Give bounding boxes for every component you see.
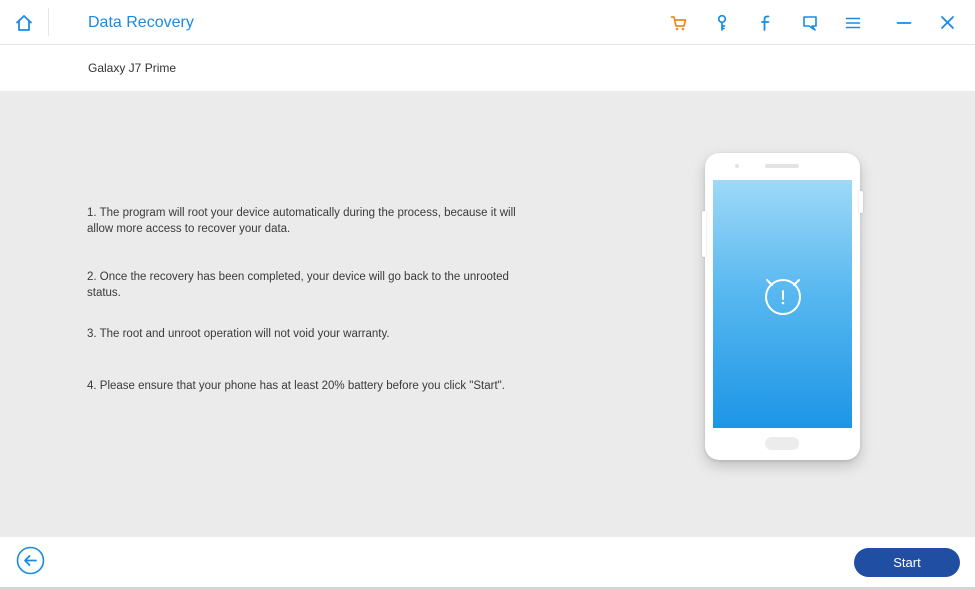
- cart-button[interactable]: [664, 0, 694, 45]
- menu-button[interactable]: [838, 0, 868, 45]
- home-button[interactable]: [0, 0, 48, 45]
- phone-illustration: [702, 153, 863, 460]
- instruction-1: 1. The program will root your device aut…: [87, 207, 516, 235]
- instruction-4: 4. Please ensure that your phone has at …: [87, 380, 505, 392]
- title-bar: Data Recovery: [0, 0, 975, 45]
- facebook-button[interactable]: [751, 0, 781, 45]
- close-button[interactable]: [932, 0, 962, 45]
- instruction-2: 2. Once the recovery has been completed,…: [87, 271, 509, 299]
- back-button[interactable]: [16, 546, 45, 575]
- instruction-3: 3. The root and unroot operation will no…: [87, 328, 390, 340]
- start-button[interactable]: Start: [854, 548, 960, 577]
- facebook-icon: [761, 15, 770, 31]
- phone-power-button: [859, 191, 863, 213]
- phone-speaker: [765, 164, 799, 168]
- title-divider: [48, 8, 49, 36]
- feedback-button[interactable]: [795, 0, 825, 45]
- phone-side-button: [702, 211, 706, 257]
- key-icon: [717, 14, 727, 31]
- device-header: Galaxy J7 Prime: [0, 45, 975, 91]
- menu-icon: [845, 17, 861, 28]
- minimize-button[interactable]: [889, 0, 919, 45]
- footer-bar: Start: [0, 537, 975, 589]
- feedback-icon: [803, 15, 817, 31]
- close-icon: [940, 16, 954, 29]
- cart-icon: [670, 15, 687, 30]
- register-button[interactable]: [707, 0, 737, 45]
- app-title: Data Recovery: [88, 14, 194, 31]
- phone-screen: [713, 180, 852, 428]
- main-panel: 1. The program will root your device aut…: [0, 91, 975, 537]
- device-name: Galaxy J7 Prime: [88, 61, 177, 75]
- arrow-left-circle-icon: [16, 546, 45, 575]
- alarm-clock-icon: [765, 279, 801, 315]
- minimize-icon: [896, 21, 912, 24]
- phone-home-button: [765, 437, 799, 450]
- home-icon: [16, 14, 32, 31]
- phone-camera: [735, 164, 739, 168]
